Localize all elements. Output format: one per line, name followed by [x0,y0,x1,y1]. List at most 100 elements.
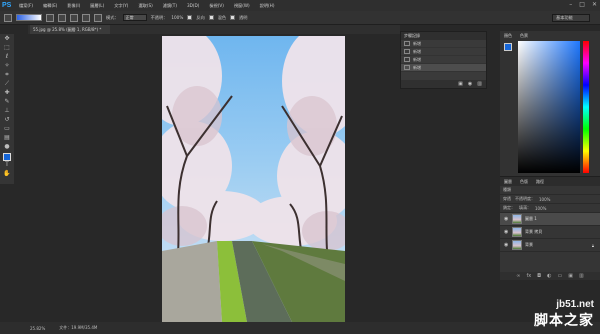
hand-tool-icon[interactable]: ✋ [0,169,14,178]
diamond-gradient-icon[interactable] [94,13,102,22]
layer-opacity-label: 不透明度： [515,196,535,201]
dodge-tool-icon[interactable]: ● [0,142,14,151]
history-item[interactable]: 新增 [401,40,486,48]
watermark-name: 脚本之家 [534,313,594,329]
trash-icon[interactable]: ▥ [477,81,482,87]
camera-icon[interactable]: ◉ [468,81,472,87]
fill-value[interactable]: 100% [535,206,546,211]
dither-label: 混色 [217,14,227,20]
layer-blend-row: 穿透 不透明度： 100% [500,195,600,204]
eyedropper-tool-icon[interactable]: ⟋ [0,79,14,88]
lock-icon: 🔒︎ [591,242,594,248]
trash-icon[interactable]: ▥ [579,273,584,279]
menu-window[interactable]: 視窗(W) [229,3,255,9]
history-panel-title[interactable]: 步驟記錄 [401,32,486,40]
tab-channels[interactable]: 色版 [516,177,532,186]
layers-footer: ∞ fx ◘ ◐ ▭ ▣ ▥ [500,272,600,280]
tab-swatches[interactable]: 色票 [516,31,532,40]
eye-icon[interactable]: ◉ [504,229,509,235]
color-panel-foreground[interactable] [504,43,512,51]
document-size: 文件：19.9M/35.4M [59,325,98,330]
layer-opacity-value[interactable]: 100% [539,197,550,202]
color-panel: 顏色 色票 [500,31,600,176]
mode-label: 模式： [106,14,119,20]
history-item-selected[interactable]: 新增 [401,64,486,72]
hue-slider[interactable] [583,41,589,173]
gradient-tool-icon[interactable] [4,13,12,22]
gradient-tool-icon[interactable]: ▤ [0,133,14,142]
layer-thumbnail [512,214,522,224]
radial-gradient-icon[interactable] [58,13,66,22]
folder-icon[interactable]: ▭ [558,273,563,279]
mode-select[interactable]: 正常 [122,14,147,21]
document-canvas-photo[interactable] [162,36,345,322]
layer-name: 圖層 1 [525,216,537,221]
layers-panel-tabs: 圖層 色版 路徑 [500,177,600,186]
history-item[interactable]: 新增 [401,48,486,56]
layer-kind-filter[interactable]: 種類 [503,187,511,193]
maximize-icon[interactable]: □ [579,1,585,8]
menu-type[interactable]: 文字(Y) [109,3,133,9]
tab-paths[interactable]: 路徑 [532,177,548,186]
eye-icon[interactable]: ◉ [504,242,509,248]
mask-icon[interactable]: ◘ [537,273,541,279]
history-panel: 步驟記錄 新增 新增 新增 新增 ▣ ◉ ▥ [400,31,487,89]
options-bar: 模式： 正常 不透明： 100% 反向 混色 透明 基本功能 [0,11,600,25]
menu-3d[interactable]: 3D(D) [182,3,204,8]
linear-gradient-icon[interactable] [46,13,54,22]
minimize-icon[interactable]: – [569,1,572,8]
stamp-tool-icon[interactable]: ⊥ [0,106,14,115]
transparency-label: 透明 [239,14,248,20]
type-tool-icon[interactable]: T [0,160,14,169]
lock-label: 鎖定： [503,205,515,210]
menu-image[interactable]: 影像(I) [62,3,85,9]
angle-gradient-icon[interactable] [70,13,78,22]
color-picker-field[interactable] [518,41,580,173]
healing-tool-icon[interactable]: ✚ [0,88,14,97]
gradient-preview[interactable] [16,14,42,21]
brush-tool-icon[interactable]: ✎ [0,97,14,106]
link-icon[interactable]: ∞ [516,273,520,279]
reverse-label: 反向 [196,14,205,20]
reflected-gradient-icon[interactable] [82,13,90,22]
eye-icon[interactable]: ◉ [504,216,509,222]
layer-name: 背景 [525,242,533,247]
transparency-checkbox[interactable] [230,15,236,20]
tab-layers[interactable]: 圖層 [500,177,516,186]
new-document-icon[interactable]: ▣ [458,81,463,87]
workspace-select[interactable]: 基本功能 [552,14,590,22]
reverse-checkbox[interactable] [187,15,193,20]
crop-tool-icon[interactable]: ⌗ [0,70,14,79]
photoshop-logo: PS [2,2,12,9]
snapshot-icon [404,57,410,62]
layer-row[interactable]: ◉ 圖層 1 [500,213,600,226]
dither-checkbox[interactable] [208,15,214,20]
layer-row[interactable]: ◉ 背景 🔒︎ [500,239,600,252]
blend-mode-select[interactable]: 穿透 [503,196,511,202]
menu-help[interactable]: 說明(H) [255,3,280,9]
lasso-tool-icon[interactable]: ℓ [0,52,14,61]
fx-icon[interactable]: fx [526,273,531,279]
magic-wand-tool-icon[interactable]: ✧ [0,61,14,70]
foreground-color-swatch[interactable] [3,153,11,161]
move-tool-icon[interactable]: ✥ [0,34,14,43]
history-item[interactable]: 新增 [401,56,486,64]
tab-color[interactable]: 顏色 [500,31,516,40]
menu-layer[interactable]: 圖層(L) [85,3,109,9]
layer-row[interactable]: ◉ 背景 拷貝 [500,226,600,239]
eraser-tool-icon[interactable]: ▭ [0,124,14,133]
document-tab[interactable]: 55.jpg @ 25.8% (圖層 1, RGB/8*) * [30,25,110,34]
adjustment-icon[interactable]: ◐ [547,273,551,279]
menu-select[interactable]: 選取(S) [133,3,157,9]
menu-edit[interactable]: 編輯(E) [38,3,62,9]
zoom-level[interactable]: 25.82% [30,326,45,331]
opacity-value[interactable]: 100% [171,15,183,20]
menu-filter[interactable]: 濾鏡(T) [158,3,182,9]
marquee-tool-icon[interactable]: ⬚ [0,43,14,52]
layer-name: 背景 拷貝 [525,229,543,234]
menu-view[interactable]: 檢視(V) [204,3,229,9]
new-layer-icon[interactable]: ▣ [568,273,573,279]
close-icon[interactable]: ✕ [592,1,597,8]
history-brush-tool-icon[interactable]: ↺ [0,115,14,124]
menu-file[interactable]: 檔案(F) [14,3,38,9]
